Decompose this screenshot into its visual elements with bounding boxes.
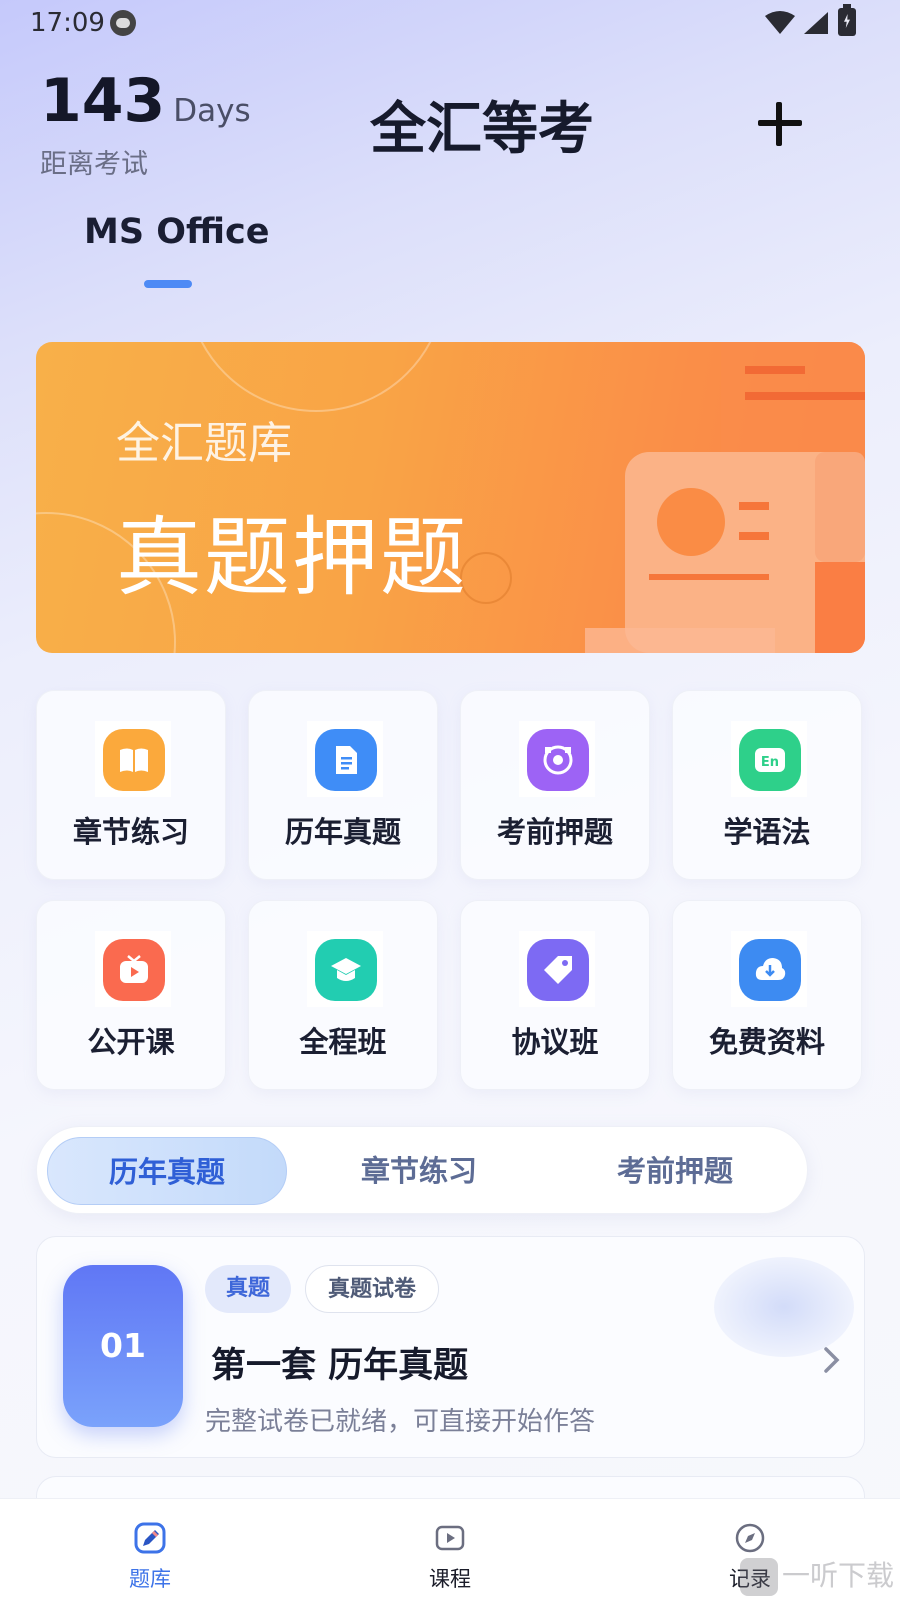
exam-paper-card[interactable]: 01 真题 真题试卷 第一套 历年真题 完整试卷已就绪，可直接开始作答 [36,1236,865,1458]
banner-decor-ring [186,342,446,412]
tab-predicted-questions[interactable]: 考前押题 [555,1137,795,1205]
cloud-download-icon [739,939,801,1001]
card-glow [714,1257,854,1357]
paper-number-badge: 01 [63,1265,183,1427]
watermark: 一听下载 [739,1554,894,1596]
watermark-logo-icon [739,1558,778,1596]
tag-exam-paper: 真题试卷 [305,1265,439,1313]
battery-charging-icon [838,4,856,36]
tag-icon [527,939,589,1001]
feature-free-materials[interactable]: 免费资料 [672,900,862,1090]
notification-cat-icon [110,10,136,36]
banner-title: 真题押题 [116,508,468,608]
chevron-right-icon [824,1347,840,1373]
promo-banner[interactable]: 全汇题库 真题押题 [36,342,865,653]
document-icon [315,729,377,791]
countdown-unit: Days [173,93,251,129]
add-button[interactable] [752,96,808,152]
status-bar: 17:09 [0,0,900,48]
pencil-icon [134,1522,166,1554]
feature-label: 历年真题 [284,815,401,849]
feature-past-exams[interactable]: 历年真题 [248,690,438,880]
status-time: 17:09 [30,8,105,38]
feature-open-class[interactable]: 公开课 [36,900,226,1090]
compass-icon [735,1523,765,1553]
feature-grammar[interactable]: En 学语法 [672,690,862,880]
banner-document-illustration [585,342,865,653]
graduation-cap-icon [315,939,377,1001]
wifi-icon [765,11,795,34]
feature-label: 协议班 [511,1025,599,1059]
feature-label: 考前押题 [496,815,613,849]
exam-type-segmented-control: 历年真题 章节练习 考前押题 [36,1126,808,1214]
subject-tab-ms-office[interactable]: MS Office [84,212,270,252]
signal-icon [804,12,828,34]
play-icon [435,1525,465,1551]
exam-countdown: 143 Days [40,66,251,136]
feature-label: 公开课 [87,1025,175,1059]
banner-subtitle: 全汇题库 [116,418,292,469]
nav-question-bank[interactable]: 题库 [90,1521,210,1593]
svg-text:En: En [761,755,779,770]
countdown-number: 143 [40,66,166,136]
feature-label: 学语法 [723,815,811,849]
feature-chapter-practice[interactable]: 章节练习 [36,690,226,880]
app-title: 全汇等考 [370,97,594,162]
countdown-label: 距离考试 [40,149,148,180]
tv-play-icon [103,939,165,1001]
paper-description: 完整试卷已就绪，可直接开始作答 [205,1407,596,1437]
nav-label: 课程 [429,1567,471,1591]
feature-full-course[interactable]: 全程班 [248,900,438,1090]
tab-chapter-practice[interactable]: 章节练习 [299,1137,539,1205]
tag-real-exam: 真题 [205,1265,291,1313]
book-icon [103,729,165,791]
nav-courses[interactable]: 课程 [390,1521,510,1593]
feature-label: 全程班 [299,1025,387,1059]
subject-tab-indicator [144,280,192,288]
feature-predicted-questions[interactable]: 考前押题 [460,690,650,880]
paper-title: 第一套 历年真题 [211,1346,469,1386]
en-icon: En [739,729,801,791]
tab-past-exams[interactable]: 历年真题 [47,1137,287,1205]
feature-label: 免费资料 [708,1025,825,1059]
watermark-text: 一听下载 [781,1559,894,1592]
feature-label: 章节练习 [72,815,189,849]
feature-agreement-class[interactable]: 协议班 [460,900,650,1090]
nav-label: 题库 [129,1567,171,1591]
target-icon [527,729,589,791]
